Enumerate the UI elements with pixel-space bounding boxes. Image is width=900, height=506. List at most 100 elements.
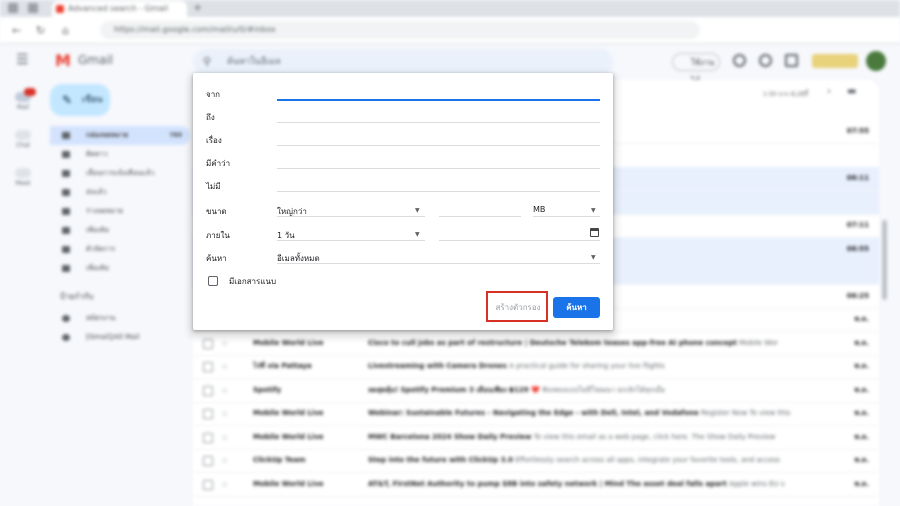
address-bar: ← ↻ ⌂ https://mail.google.com/mail/u/0/#… [0,17,900,44]
from-field[interactable] [277,84,600,100]
prev-page-icon[interactable]: ‹ [805,86,809,97]
gmail-logo-icon[interactable]: M [55,51,71,70]
row-snippet: To view this email as a web page, click … [533,432,776,441]
sidebar-item-sent[interactable]: ส่งแล้ว [50,183,190,202]
mail-search-input[interactable]: ⚲ ค้นหาในอีเมล [193,49,613,75]
table-row[interactable]: ☆ Mobile World Live MWC Barcelona 2024 Sho… [193,426,879,450]
star-icon[interactable]: ☆ [221,473,228,496]
table-row[interactable]: ☆ ClickUp Team Step into the future with C… [193,449,879,473]
browser-tab[interactable]: Advanced search - Gmail [52,1,187,17]
pencil-icon: ✎ [62,93,73,107]
row-checkbox[interactable] [203,456,213,466]
search-placeholder: ค้นหาในอีเมล [227,57,281,67]
has-attachment-label: มีเอกสารแนบ [229,277,277,286]
sidebar-item-more-2[interactable]: เพิ่มเติม [50,259,190,278]
row-subject-text: Cisco to cull jobs as part of restructur… [368,338,737,347]
sidebar-item-snoozed[interactable]: เลื่อนการแจ้งเตือนแล้ว [50,164,190,183]
star-icon[interactable]: ☆ [221,332,228,355]
subject-field[interactable] [277,130,600,146]
avatar[interactable] [866,51,886,71]
row-subject: Step into the future with ClickUp 3.0 Ef… [368,449,808,472]
row-checkbox[interactable] [203,409,213,419]
star-icon[interactable]: ☆ [221,449,228,472]
no-words-field[interactable] [277,176,600,192]
rail-chat[interactable]: Chat [12,130,34,149]
star-icon[interactable]: ☆ [221,379,228,402]
row-date: พ.ค. [854,456,869,464]
row-date: พ.ค. [854,385,869,394]
next-page-icon[interactable]: › [827,86,831,97]
row-sender: Spotify [253,385,282,394]
row-subject: Webinar: Sustainable Futures - Navigatin… [368,402,808,425]
row-snippet: ฟังเพลงแบบไม่มีโฆษณา ยกเลิกได้ทุกเมื่อ [542,385,665,394]
clock-icon [62,170,70,177]
browser-tabbar: Advanced search - Gmail + [0,0,900,17]
row-checkbox[interactable] [203,479,213,490]
table-row[interactable]: ☆ ไร่ที่ via Pattaya Livestreaming with Ca… [193,355,879,379]
help-icon[interactable] [733,54,746,67]
sidebar-label-item[interactable]: สมัครงาน [50,309,190,328]
rail-meet[interactable]: Meet [12,168,34,187]
status-selector[interactable]: ใช้งานได้ [672,53,720,85]
from-underline [277,99,600,101]
row-checkbox[interactable] [203,338,213,349]
back-icon[interactable]: ← [12,24,21,37]
size-value-field[interactable] [439,201,521,217]
rail-chat-label: Chat [15,142,31,149]
calendar-icon[interactable] [590,228,599,237]
row-checkbox[interactable] [203,362,213,372]
list-scrollbar[interactable] [882,220,887,300]
search-in-label: ค้นหา [206,254,227,263]
table-row[interactable]: ☆ Mobile World Live Webinar: Sustainable F… [193,402,879,426]
sidebar-item-count: 789 [169,132,182,139]
star-icon[interactable]: ☆ [221,402,228,425]
sidebar-item-label: ส่งแล้ว [86,188,107,196]
row-checkbox[interactable] [203,432,213,443]
subject-underline [277,145,600,146]
sidebar-item-label: เลื่อนการแจ้งเตือนแล้ว [86,169,155,177]
subject-label: เรื่อง [206,136,222,145]
date-underline [439,240,600,241]
date-field[interactable] [439,225,584,241]
star-icon[interactable]: ☆ [221,355,228,378]
sidebar-item-starred[interactable]: ติดดาว [50,145,190,164]
to-field[interactable] [277,107,600,123]
row-snippet: Effortlessly search across all apps, int… [515,456,780,464]
apps-icon[interactable] [785,54,798,67]
row-snippet: Register Now To view this [701,409,791,417]
home-icon[interactable]: ⌂ [62,24,69,37]
has-words-label: มีคำว่า [206,159,231,168]
unread-badge [24,88,36,96]
chevron-down-icon [62,265,70,272]
has-words-underline [277,168,600,169]
star-icon[interactable]: ☆ [221,426,228,449]
row-date: พ.ค. [854,432,869,441]
search-button[interactable]: ค้นหา [553,297,600,318]
meet-icon [15,168,31,178]
refresh-icon[interactable]: ↻ [36,24,45,37]
table-row[interactable]: ☆ Spotify ลดสุดคุ้ม! Spotify Premium 3 เดื… [193,379,879,403]
sidebar-item-inbox[interactable]: กล่องจดหมาย 789 [50,126,190,145]
url-field[interactable]: https://mail.google.com/mail/u/0/#inbox [100,21,700,39]
chevron-down-icon: ▼ [591,207,596,214]
table-row[interactable]: ☆ Mobile World Live AT&T, FirstNet Authori… [193,473,879,497]
compose-button[interactable]: ✎ เขียน [50,84,110,116]
sidebar-item-more[interactable]: เพิ่มเติม [50,221,190,240]
label-dot-icon [62,315,70,322]
sidebar-label-item[interactable]: [Gmail]/All Mail [50,328,190,347]
sidebar-item-manage[interactable]: ตัวจัดการ [50,240,190,259]
size-label: ขนาด [206,207,227,216]
input-tools-icon[interactable]: ▬ [847,86,856,97]
table-row[interactable]: ☆ Mobile World Live Cisco to cull jobs as … [193,332,879,356]
search-icon[interactable]: ⚲ [203,49,211,75]
menu-icon[interactable]: ☰ [16,52,29,68]
has-attachment-checkbox[interactable] [208,276,218,286]
browser-tab-list-icon[interactable] [28,3,38,13]
has-words-field[interactable] [277,153,600,169]
row-checkbox[interactable] [203,385,213,396]
row-date: พ.ค. [854,338,869,347]
new-tab-icon[interactable]: + [193,1,202,14]
from-label: จาก [206,90,221,99]
settings-icon[interactable] [759,54,772,67]
sidebar-item-drafts[interactable]: ร่างจดหมาย [50,202,190,221]
